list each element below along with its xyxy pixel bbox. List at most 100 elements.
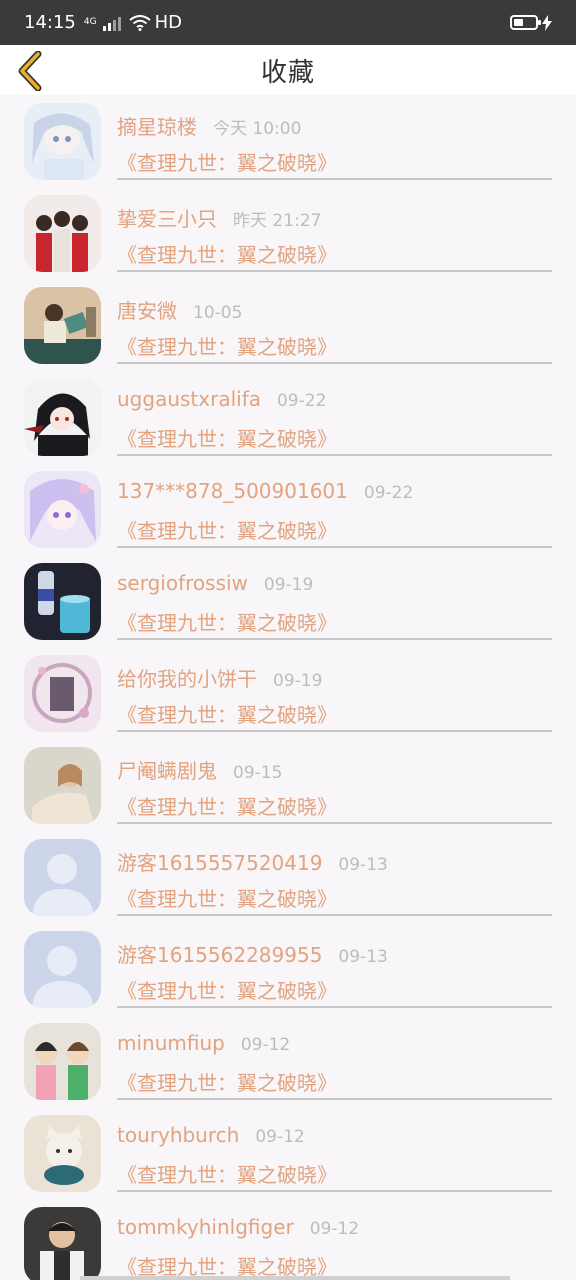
book-title[interactable]: 《查理九世：翼之破晓》 [117, 239, 337, 268]
anime-girl-purple-avatar [24, 471, 101, 548]
user-name[interactable]: 游客1615562289955 [117, 939, 322, 968]
favorite-list-item[interactable]: 137***878_500901601 09-22 《查理九世：翼之破晓》 [0, 463, 576, 555]
favorite-time: 今天 10:00 [213, 119, 302, 139]
book-title[interactable]: 《查理九世：翼之破晓》 [117, 1067, 337, 1096]
favorite-time: 09-19 [263, 575, 314, 595]
signal-icon [102, 15, 121, 31]
name-row: minumfiup 09-12 [117, 1031, 290, 1057]
book-title[interactable]: 《查理九世：翼之破晓》 [117, 607, 337, 636]
status-time: 14:15 [24, 12, 76, 33]
name-row: 137***878_500901601 09-22 [117, 479, 413, 505]
book-title[interactable]: 《查理九世：翼之破晓》 [117, 423, 337, 452]
avatar[interactable] [24, 195, 101, 272]
avatar[interactable] [24, 1207, 101, 1280]
battery-icon [510, 14, 552, 31]
favorite-time: 10-05 [193, 303, 243, 323]
favorite-list-item[interactable]: 尸阉螨剧鬼 09-15 《查理九世：翼之破晓》 [0, 739, 576, 831]
user-name[interactable]: 137***878_500901601 [117, 479, 348, 503]
default-user-avatar [24, 839, 101, 916]
favorite-list-item[interactable]: minumfiup 09-12 《查理九世：翼之破晓》 [0, 1015, 576, 1107]
avatar[interactable] [24, 563, 101, 640]
favorite-list-item[interactable]: 游客1615562289955 09-13 《查理九世：翼之破晓》 [0, 923, 576, 1015]
anime-girl-white-avatar [24, 103, 101, 180]
favorite-list-item[interactable]: 游客1615557520419 09-13 《查理九世：翼之破晓》 [0, 831, 576, 923]
book-title[interactable]: 《查理九世：翼之破晓》 [117, 699, 337, 728]
divider [117, 1098, 552, 1100]
book-title[interactable]: 《查理九世：翼之破晓》 [117, 331, 337, 360]
name-row: 挚爱三小只 昨天 21:27 [117, 203, 321, 232]
name-row: uggaustxralifa 09-22 [117, 387, 326, 413]
divider [117, 730, 552, 732]
user-name[interactable]: 挚爱三小只 [117, 203, 217, 232]
favorite-list-item[interactable]: sergiofrossiw 09-19 《查理九世：翼之破晓》 [0, 555, 576, 647]
avatar[interactable] [24, 747, 101, 824]
avatar[interactable] [24, 655, 101, 732]
avatar[interactable] [24, 839, 101, 916]
bottle-glass-avatar [24, 563, 101, 640]
favorite-time: 09-12 [255, 1127, 305, 1147]
divider [117, 1006, 552, 1008]
name-row: sergiofrossiw 09-19 [117, 571, 313, 597]
man-photo-avatar [24, 1207, 101, 1280]
favorite-list-item[interactable]: uggaustxralifa 09-22 《查理九世：翼之破晓》 [0, 371, 576, 463]
book-title[interactable]: 《查理九世：翼之破晓》 [117, 515, 337, 544]
avatar[interactable] [24, 379, 101, 456]
favorite-time: 09-13 [338, 855, 388, 875]
back-button[interactable] [14, 51, 46, 91]
cartoon-kids-avatar [24, 1023, 101, 1100]
pink-bubble-avatar [24, 655, 101, 732]
user-name[interactable]: 摘星琼楼 [117, 111, 197, 140]
divider [117, 914, 552, 916]
favorite-list-item[interactable]: tommkyhinlgfiger 09-12 《查理九世：翼之破晓》 [0, 1199, 576, 1280]
book-title[interactable]: 《查理九世：翼之破晓》 [117, 975, 337, 1004]
user-name[interactable]: 给你我的小饼干 [117, 663, 257, 692]
favorite-list-item[interactable]: 挚爱三小只 昨天 21:27 《查理九世：翼之破晓》 [0, 187, 576, 279]
favorite-list-item[interactable]: 摘星琼楼 今天 10:00 《查理九世：翼之破晓》 [0, 95, 576, 187]
name-row: tommkyhinlgfiger 09-12 [117, 1215, 359, 1241]
user-name[interactable]: sergiofrossiw [117, 571, 248, 595]
favorite-time: 09-22 [276, 391, 327, 411]
user-name[interactable]: 尸阉螨剧鬼 [117, 755, 217, 784]
chevron-left-icon [18, 51, 42, 91]
book-title[interactable]: 《查理九世：翼之破晓》 [117, 791, 337, 820]
favorite-time: 09-13 [338, 947, 388, 967]
name-row: 游客1615557520419 09-13 [117, 847, 388, 876]
book-title[interactable]: 《查理九世：翼之破晓》 [117, 1159, 337, 1188]
divider [117, 362, 552, 364]
user-name[interactable]: 唐安微 [117, 295, 177, 324]
user-name[interactable]: 游客1615557520419 [117, 847, 322, 876]
favorite-time: 09-19 [273, 671, 323, 691]
user-name[interactable]: tommkyhinlgfiger [117, 1215, 294, 1239]
favorite-time: 09-22 [363, 483, 414, 503]
avatar[interactable] [24, 1023, 101, 1100]
name-row: 游客1615562289955 09-13 [117, 939, 388, 968]
avatar[interactable] [24, 471, 101, 548]
user-name[interactable]: uggaustxralifa [117, 387, 261, 411]
favorite-list-item[interactable]: touryhburch 09-12 《查理九世：翼之破晓》 [0, 1107, 576, 1199]
scroll-indicator [80, 1276, 510, 1280]
user-name[interactable]: minumfiup [117, 1031, 225, 1055]
book-title[interactable]: 《查理九世：翼之破晓》 [117, 147, 337, 176]
avatar[interactable] [24, 931, 101, 1008]
name-row: 唐安微 10-05 [117, 295, 243, 324]
favorite-list-item[interactable]: 唐安微 10-05 《查理九世：翼之破晓》 [0, 279, 576, 371]
avatar[interactable] [24, 1115, 101, 1192]
divider [117, 822, 552, 824]
avatar[interactable] [24, 287, 101, 364]
name-row: touryhburch 09-12 [117, 1123, 305, 1149]
three-boys-avatar [24, 195, 101, 272]
avatar[interactable] [24, 103, 101, 180]
favorite-list-item[interactable]: 给你我的小饼干 09-19 《查理九世：翼之破晓》 [0, 647, 576, 739]
book-title[interactable]: 《查理九世：翼之破晓》 [117, 883, 337, 912]
reading-girl-avatar [24, 287, 101, 364]
wifi-icon [128, 14, 151, 31]
divider [117, 546, 552, 548]
user-name[interactable]: touryhburch [117, 1123, 239, 1147]
girl-leaning-avatar [24, 747, 101, 824]
hd-label: HD [154, 12, 182, 33]
name-row: 尸阉螨剧鬼 09-15 [117, 755, 282, 784]
default-user-avatar [24, 931, 101, 1008]
nav-bar: 收藏 [0, 45, 576, 95]
dark-anime-avatar [24, 379, 101, 456]
divider [117, 1190, 552, 1192]
